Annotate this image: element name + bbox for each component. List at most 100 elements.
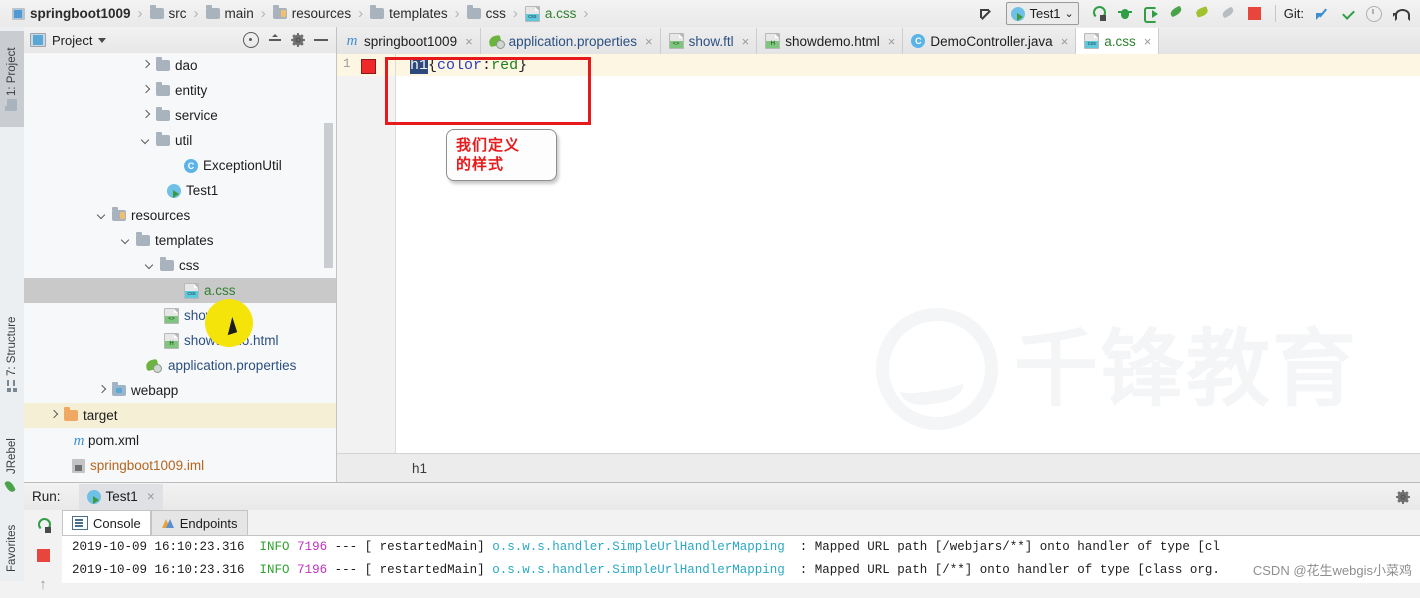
run-configuration-selector[interactable]: Test1 ⌄ bbox=[1006, 2, 1079, 25]
editor-breadcrumb-h1[interactable]: h1 bbox=[412, 461, 427, 476]
stop-icon[interactable] bbox=[1243, 3, 1267, 25]
stop-icon[interactable] bbox=[24, 540, 62, 570]
breadcrumb-item-resources[interactable]: resources bbox=[269, 0, 353, 27]
tree-row-exceptionutil[interactable]: ExceptionUtil bbox=[24, 153, 336, 178]
chevron-right-icon[interactable] bbox=[140, 59, 153, 72]
tab-console[interactable]: Console bbox=[62, 510, 151, 535]
chevron-right-icon[interactable] bbox=[48, 409, 61, 422]
sidebar-item-favorites[interactable]: Favorites bbox=[0, 505, 24, 591]
scroll-up-icon[interactable]: ↑ bbox=[24, 570, 62, 598]
tab-application-properties[interactable]: application.properties × bbox=[481, 28, 661, 54]
run-panel-header: Run: Test1 × bbox=[24, 483, 1420, 511]
editor-breadcrumb-bar: h1 bbox=[337, 453, 1420, 482]
close-icon[interactable]: × bbox=[645, 34, 653, 49]
jrebel-run-icon[interactable] bbox=[1165, 3, 1189, 25]
folder-icon bbox=[205, 5, 220, 19]
locate-icon[interactable] bbox=[243, 32, 259, 48]
close-icon[interactable]: × bbox=[465, 34, 473, 49]
breadcrumb-item-templates[interactable]: templates bbox=[366, 0, 450, 27]
log-message: : Mapped URL path [/**] onto handler of … bbox=[799, 563, 1220, 577]
sidebar-item-jrebel[interactable]: JRebel bbox=[0, 425, 24, 507]
tab-endpoints[interactable]: Endpoints bbox=[150, 510, 248, 535]
tree-row-entity[interactable]: entity bbox=[24, 78, 336, 103]
close-icon[interactable]: × bbox=[1061, 34, 1069, 49]
breadcrumb-item-acss[interactable]: a.css bbox=[521, 0, 579, 27]
maven-icon bbox=[345, 34, 359, 48]
debug-icon[interactable] bbox=[1113, 3, 1137, 25]
close-icon[interactable]: × bbox=[1144, 34, 1152, 49]
left-tool-window-bar: 1: Project 7: Structure JRebel Favorites bbox=[0, 27, 25, 581]
tab-a-css[interactable]: a.css × bbox=[1076, 28, 1160, 55]
tree-label: springboot1009.iml bbox=[90, 458, 205, 473]
breadcrumb-item-main[interactable]: main bbox=[202, 0, 256, 27]
chevron-right-icon[interactable] bbox=[96, 384, 109, 397]
console-output[interactable]: 2019-10-09 16:10:23.316 INFO 7196 --- [ … bbox=[62, 535, 1420, 583]
run-with-coverage-icon[interactable] bbox=[1139, 3, 1163, 25]
project-tool-window: Project dao entity service util C Except… bbox=[24, 27, 337, 482]
tree-row-dao[interactable]: dao bbox=[24, 53, 336, 78]
sidebar-item-structure[interactable]: 7: Structure bbox=[0, 297, 24, 411]
navigate-back-icon[interactable] bbox=[974, 3, 998, 25]
project-tree[interactable]: dao entity service util ExceptionUtil bbox=[24, 53, 336, 482]
chevron-down-icon[interactable] bbox=[140, 134, 153, 147]
project-panel-header: Project bbox=[24, 27, 336, 54]
maven-icon bbox=[72, 434, 86, 448]
tree-row-acss[interactable]: a.css bbox=[24, 278, 336, 303]
tree-row-pomxml[interactable]: pom.xml bbox=[24, 428, 336, 453]
tree-row-showftl[interactable]: show.ftl bbox=[24, 303, 336, 328]
tree-row-test1[interactable]: Test1 bbox=[24, 178, 336, 203]
tree-row-showdemohtml[interactable]: showdemo.html bbox=[24, 328, 336, 353]
minimize-icon[interactable] bbox=[314, 39, 328, 41]
breadcrumb-separator: › bbox=[358, 5, 364, 22]
endpoints-icon bbox=[161, 517, 175, 529]
tree-row-target[interactable]: target bbox=[24, 403, 336, 428]
tree-row-webapp[interactable]: webapp bbox=[24, 378, 336, 403]
chevron-down-icon[interactable] bbox=[120, 234, 133, 247]
tab-democontroller-java[interactable]: DemoController.java × bbox=[903, 28, 1077, 54]
run-icon[interactable] bbox=[1087, 3, 1111, 25]
git-rollback-icon[interactable] bbox=[1388, 3, 1412, 25]
gear-icon[interactable] bbox=[291, 33, 305, 47]
close-icon[interactable]: × bbox=[888, 34, 896, 49]
breadcrumb-item-css[interactable]: css bbox=[463, 0, 508, 27]
chevron-down-icon[interactable] bbox=[98, 37, 107, 43]
run-tab-test1[interactable]: Test1 × bbox=[78, 483, 163, 510]
tree-row-resources[interactable]: resources bbox=[24, 203, 336, 228]
tree-row-iml[interactable]: springboot1009.iml bbox=[24, 453, 336, 478]
git-commit-icon[interactable] bbox=[1336, 3, 1360, 25]
breadcrumb-item-springboot1009[interactable]: springboot1009 bbox=[8, 0, 133, 27]
chevron-down-icon[interactable] bbox=[96, 209, 109, 222]
tab-show-ftl[interactable]: show.ftl × bbox=[661, 28, 758, 54]
sidebar-item-project[interactable]: 1: Project bbox=[0, 31, 24, 127]
tree-row-applicationproperties[interactable]: application.properties bbox=[24, 353, 336, 378]
tree-row-util[interactable]: util bbox=[24, 128, 336, 153]
chevron-right-icon[interactable] bbox=[140, 84, 153, 97]
tree-label: dao bbox=[175, 58, 198, 73]
git-update-project-icon[interactable] bbox=[1310, 3, 1334, 25]
breadcrumb-item-src[interactable]: src bbox=[146, 0, 189, 27]
log-dashes: --- bbox=[334, 563, 358, 577]
chevron-right-icon[interactable] bbox=[140, 109, 153, 122]
tab-springboot1009[interactable]: springboot1009 × bbox=[337, 28, 481, 54]
close-icon[interactable]: × bbox=[742, 34, 750, 49]
tree-row-css[interactable]: css bbox=[24, 253, 336, 278]
sidebar-item-label: 1: Project bbox=[6, 47, 18, 97]
color-swatch-icon[interactable] bbox=[361, 59, 376, 74]
project-tree-scrollbar[interactable] bbox=[324, 123, 333, 268]
close-icon[interactable]: × bbox=[147, 489, 155, 504]
run-config-label: Test1 bbox=[1029, 6, 1061, 21]
css-file-icon bbox=[1084, 33, 1100, 49]
breadcrumb-label: src bbox=[168, 6, 187, 21]
gear-icon[interactable] bbox=[1396, 489, 1410, 504]
rerun-icon[interactable] bbox=[24, 510, 62, 540]
collapse-all-icon[interactable] bbox=[268, 33, 282, 47]
top-toolbar: springboot1009 › src › main › resources … bbox=[0, 0, 1420, 28]
git-history-icon[interactable] bbox=[1362, 3, 1386, 25]
tab-showdemo-html[interactable]: showdemo.html × bbox=[757, 28, 904, 54]
tab-label: Console bbox=[93, 515, 141, 531]
jrebel-debug-icon[interactable] bbox=[1191, 3, 1215, 25]
tree-row-service[interactable]: service bbox=[24, 103, 336, 128]
breadcrumb-label: css bbox=[485, 6, 506, 21]
tree-row-templates[interactable]: templates bbox=[24, 228, 336, 253]
chevron-down-icon[interactable] bbox=[144, 259, 157, 272]
